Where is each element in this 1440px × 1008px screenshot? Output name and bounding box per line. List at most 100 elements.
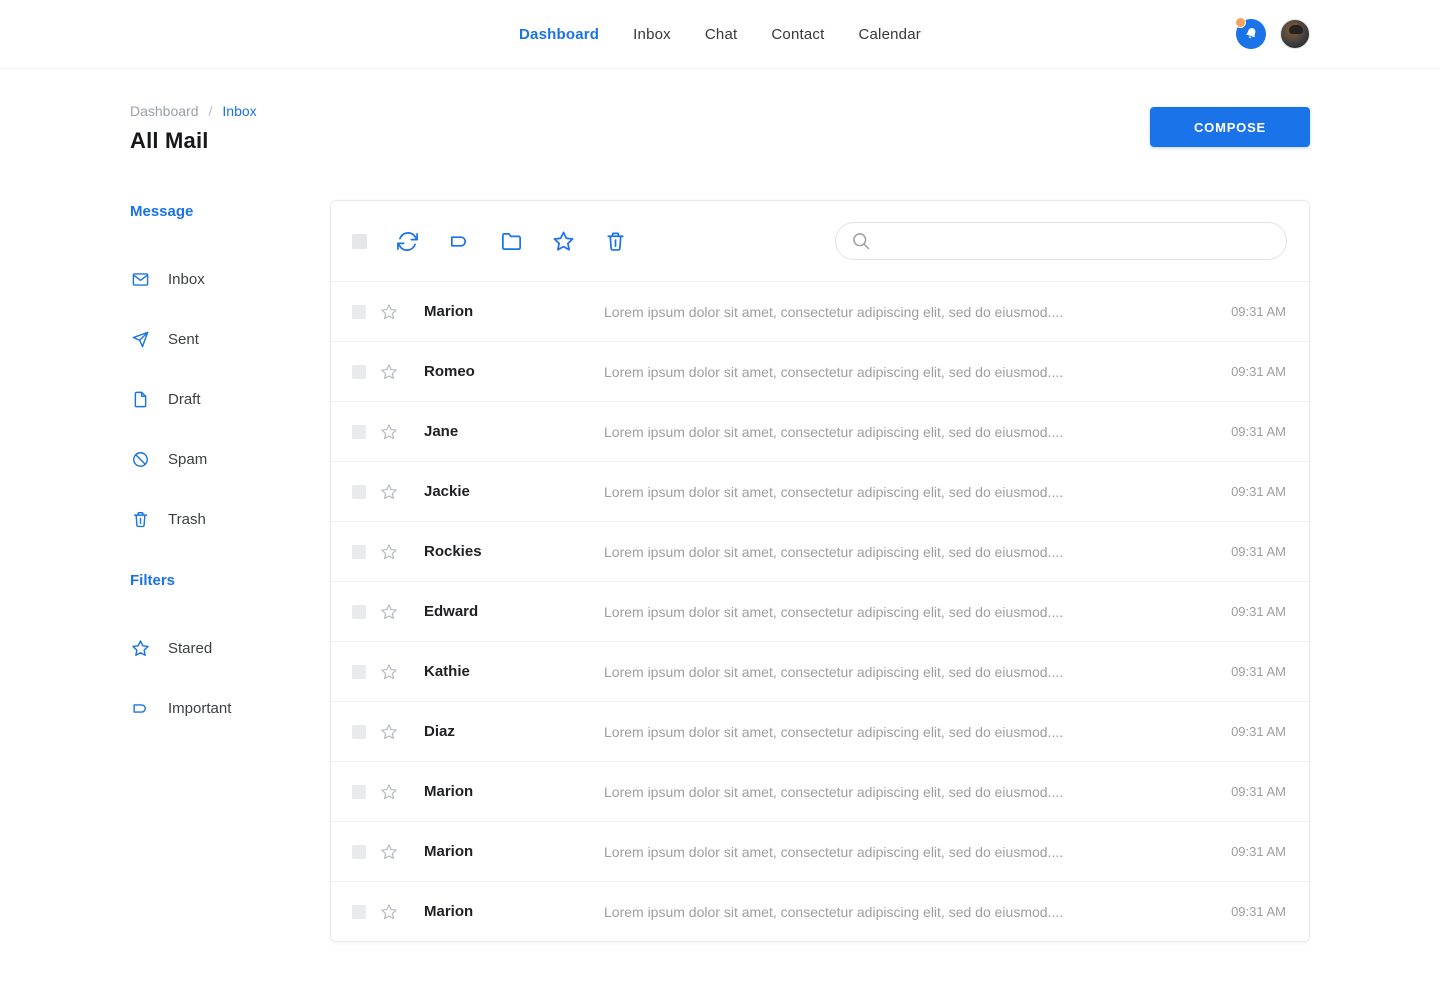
sidebar-item-trash[interactable]: Trash [130, 489, 330, 549]
mail-time: 09:31 AM [1231, 844, 1286, 859]
sender-name: Edward [424, 603, 574, 620]
row-checkbox[interactable] [352, 545, 366, 559]
nav-item-inbox[interactable]: Inbox [633, 26, 671, 43]
mail-row[interactable]: Rockies Lorem ipsum dolor sit amet, cons… [331, 521, 1309, 581]
row-checkbox[interactable] [352, 845, 366, 859]
sender-name: Romeo [424, 363, 574, 380]
star-icon[interactable] [380, 843, 398, 861]
row-checkbox[interactable] [352, 305, 366, 319]
mail-row[interactable]: Marion Lorem ipsum dolor sit amet, conse… [331, 281, 1309, 341]
star-icon[interactable] [380, 303, 398, 321]
sidebar-item-draft[interactable]: Draft [130, 369, 330, 429]
breadcrumb-separator: / [209, 103, 213, 119]
notification-dot [1235, 17, 1246, 28]
sidebar-item-label: Inbox [168, 271, 205, 288]
star-icon[interactable] [380, 543, 398, 561]
star-icon[interactable] [380, 903, 398, 921]
sender-name: Marion [424, 783, 574, 800]
page-head: Dashboard / Inbox All Mail COMPOSE [130, 103, 1310, 154]
breadcrumb-inbox[interactable]: Inbox [222, 103, 256, 119]
notifications-button[interactable] [1236, 19, 1266, 49]
sidebar-item-important[interactable]: Important [130, 678, 330, 738]
mail-time: 09:31 AM [1231, 724, 1286, 739]
search-box [835, 222, 1287, 260]
refresh-button[interactable] [396, 230, 419, 253]
compose-button[interactable]: COMPOSE [1150, 107, 1310, 147]
mail-row[interactable]: Jackie Lorem ipsum dolor sit amet, conse… [331, 461, 1309, 521]
sidebar-item-stared[interactable]: Stared [130, 618, 330, 678]
sidebar-item-inbox[interactable]: Inbox [130, 249, 330, 309]
mail-row[interactable]: Marion Lorem ipsum dolor sit amet, conse… [331, 761, 1309, 821]
sidebar-filters-list: Stared Important [130, 618, 330, 738]
row-checkbox[interactable] [352, 365, 366, 379]
mail-time: 09:31 AM [1231, 664, 1286, 679]
nav-item-dashboard[interactable]: Dashboard [519, 26, 599, 43]
row-checkbox[interactable] [352, 785, 366, 799]
mail-time: 09:31 AM [1231, 484, 1286, 499]
mail-time: 09:31 AM [1231, 364, 1286, 379]
file-icon [130, 389, 150, 409]
mail-preview: Lorem ipsum dolor sit amet, consectetur … [604, 544, 1215, 560]
mail-time: 09:31 AM [1231, 784, 1286, 799]
sender-name: Kathie [424, 663, 574, 680]
mail-row[interactable]: Romeo Lorem ipsum dolor sit amet, consec… [331, 341, 1309, 401]
star-icon[interactable] [380, 603, 398, 621]
label-button[interactable] [448, 230, 471, 253]
star-icon[interactable] [380, 363, 398, 381]
folder-icon [500, 230, 523, 253]
mail-preview: Lorem ipsum dolor sit amet, consectetur … [604, 364, 1215, 380]
breadcrumb-dashboard[interactable]: Dashboard [130, 103, 199, 119]
sidebar-item-sent[interactable]: Sent [130, 309, 330, 369]
move-to-folder-button[interactable] [500, 230, 523, 253]
sender-name: Jackie [424, 483, 574, 500]
search-input[interactable] [835, 222, 1287, 260]
sender-name: Marion [424, 843, 574, 860]
star-icon[interactable] [380, 423, 398, 441]
mail-toolbar [331, 201, 1309, 281]
star-icon[interactable] [380, 723, 398, 741]
mail-preview: Lorem ipsum dolor sit amet, consectetur … [604, 304, 1215, 320]
sidebar-item-label: Stared [168, 640, 212, 657]
sidebar-message-header: Message [130, 202, 330, 222]
row-checkbox[interactable] [352, 605, 366, 619]
mail-row[interactable]: Marion Lorem ipsum dolor sit amet, conse… [331, 821, 1309, 881]
sidebar-item-label: Spam [168, 451, 207, 468]
mail-preview: Lorem ipsum dolor sit amet, consectetur … [604, 904, 1215, 920]
row-checkbox[interactable] [352, 665, 366, 679]
row-checkbox[interactable] [352, 425, 366, 439]
star-icon[interactable] [380, 483, 398, 501]
row-checkbox[interactable] [352, 905, 366, 919]
star-icon[interactable] [380, 663, 398, 681]
nav-item-calendar[interactable]: Calendar [858, 26, 920, 43]
mail-preview: Lorem ipsum dolor sit amet, consectetur … [604, 484, 1215, 500]
page-title: All Mail [130, 128, 257, 154]
mail-preview: Lorem ipsum dolor sit amet, consectetur … [604, 784, 1215, 800]
sender-name: Jane [424, 423, 574, 440]
sidebar-item-label: Sent [168, 331, 199, 348]
mail-row[interactable]: Jane Lorem ipsum dolor sit amet, consect… [331, 401, 1309, 461]
mail-row[interactable]: Edward Lorem ipsum dolor sit amet, conse… [331, 581, 1309, 641]
block-icon [130, 449, 150, 469]
star-icon[interactable] [380, 783, 398, 801]
star-button[interactable] [552, 230, 575, 253]
select-all-checkbox[interactable] [352, 234, 367, 249]
mail-time: 09:31 AM [1231, 544, 1286, 559]
mail-time: 09:31 AM [1231, 424, 1286, 439]
sender-name: Diaz [424, 723, 574, 740]
nav-item-contact[interactable]: Contact [771, 26, 824, 43]
sidebar-message-list: Inbox Sent Draft [130, 249, 330, 549]
mail-row[interactable]: Marion Lorem ipsum dolor sit amet, conse… [331, 881, 1309, 941]
delete-button[interactable] [604, 230, 627, 253]
mail-row[interactable]: Diaz Lorem ipsum dolor sit amet, consect… [331, 701, 1309, 761]
row-checkbox[interactable] [352, 725, 366, 739]
row-checkbox[interactable] [352, 485, 366, 499]
user-avatar[interactable] [1280, 19, 1310, 49]
mail-preview: Lorem ipsum dolor sit amet, consectetur … [604, 664, 1215, 680]
mail-row[interactable]: Kathie Lorem ipsum dolor sit amet, conse… [331, 641, 1309, 701]
nav-item-chat[interactable]: Chat [705, 26, 738, 43]
mail-time: 09:31 AM [1231, 304, 1286, 319]
sidebar-item-spam[interactable]: Spam [130, 429, 330, 489]
star-icon [552, 230, 575, 253]
mail-preview: Lorem ipsum dolor sit amet, consectetur … [604, 604, 1215, 620]
send-icon [130, 329, 150, 349]
